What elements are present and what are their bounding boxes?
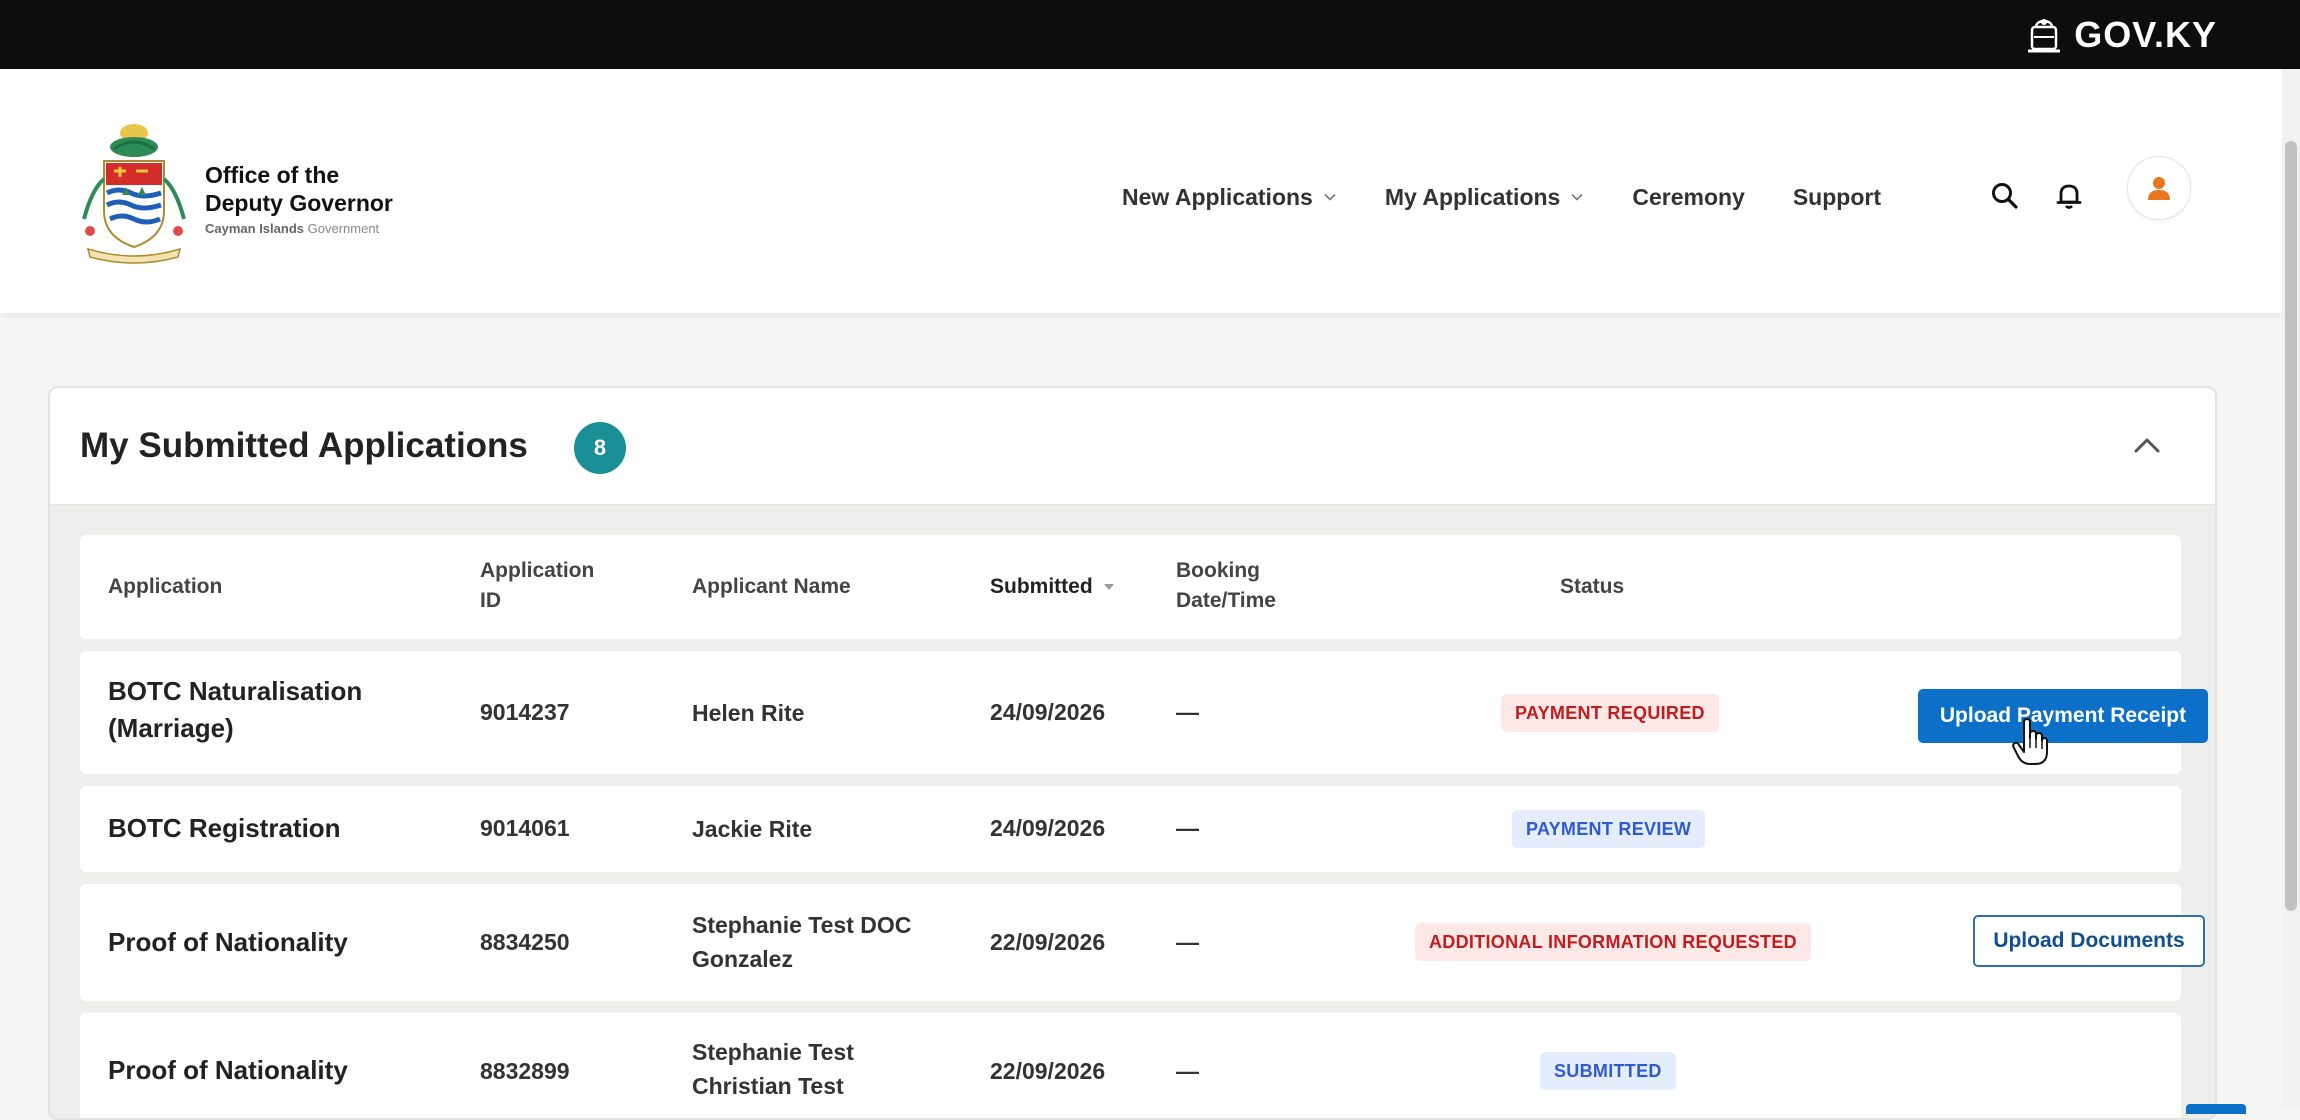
- applications-table: Application Application ID Applicant Nam…: [50, 505, 2215, 1118]
- application-id: 8834250: [480, 929, 570, 955]
- col-status: Status: [1560, 575, 1625, 598]
- nav-support[interactable]: Support: [1793, 184, 1881, 211]
- search-icon[interactable]: [1988, 179, 2022, 213]
- col-application-id-line2: ID: [480, 589, 501, 612]
- sort-descending-icon: [1103, 584, 1114, 590]
- upload-payment-receipt-button[interactable]: Upload Payment Receipt: [1918, 689, 2208, 743]
- table-row[interactable]: Proof of Nationality 8832899 Stephanie T…: [80, 1013, 2181, 1118]
- org-subtitle: Cayman Islands Government: [205, 221, 393, 236]
- gov-ky-link[interactable]: GOV.KY: [2022, 10, 2217, 60]
- site-header: Office of the Deputy Governor Cayman Isl…: [0, 69, 2282, 313]
- applicant-name-line1: Stephanie Test DOC: [692, 912, 912, 938]
- application-name-line1: BOTC Naturalisation: [108, 676, 363, 706]
- coat-of-arms-logo[interactable]: [74, 119, 194, 264]
- booking-datetime: —: [1176, 815, 1199, 841]
- status-badge: PAYMENT REQUIRED: [1501, 694, 1719, 732]
- nav-new-applications-label: New Applications: [1122, 183, 1313, 210]
- nav-ceremony[interactable]: Ceremony: [1632, 184, 1744, 211]
- table-header-row: Application Application ID Applicant Nam…: [80, 535, 2181, 639]
- booking-datetime: —: [1176, 699, 1199, 725]
- submitted-date: 24/09/2026: [990, 815, 1106, 841]
- application-id: 9014237: [480, 699, 570, 725]
- submitted-applications-panel: My Submitted Applications 8 Application …: [48, 386, 2217, 1120]
- col-application: Application: [108, 575, 223, 598]
- nav-ceremony-label: Ceremony: [1632, 183, 1745, 210]
- upload-documents-button[interactable]: Upload Documents: [1973, 915, 2205, 967]
- applicant-name: Helen Rite: [692, 700, 805, 726]
- main-nav: New Applications My Applications Ceremon…: [1122, 172, 1881, 222]
- col-booking-datetime: Booking Date/Time: [1176, 556, 1276, 616]
- org-name: Office of the Deputy Governor Cayman Isl…: [205, 161, 393, 236]
- booking-datetime: —: [1176, 929, 1199, 955]
- table-row[interactable]: Proof of Nationality 8834250 Stephanie T…: [80, 884, 2205, 1001]
- table-row[interactable]: BOTC Registration 9014061 Jackie Rite 24…: [80, 786, 2181, 872]
- application-id: 9014061: [480, 815, 570, 841]
- crest-icon: [2028, 19, 2061, 53]
- gov-ky-label: GOV.KY: [2074, 14, 2217, 55]
- submitted-date: 22/09/2026: [990, 929, 1106, 955]
- applicant-name: Stephanie Test DOC Gonzalez: [692, 908, 911, 976]
- col-submitted-label: Submitted: [990, 575, 1093, 598]
- col-application-id-line1: Application: [480, 559, 595, 582]
- submitted-date: 24/09/2026: [990, 699, 1106, 725]
- applicant-name: Stephanie Test Christian Test: [692, 1035, 854, 1103]
- nav-my-applications-label: My Applications: [1384, 183, 1561, 210]
- applicant-name-line2: Gonzalez: [692, 946, 793, 972]
- chevron-down-icon: [1571, 193, 1583, 201]
- org-subtitle-bold: Cayman Islands: [205, 221, 304, 236]
- user-menu-button[interactable]: [2127, 156, 2191, 220]
- application-name-line2: (Marriage): [108, 713, 234, 743]
- nav-support-label: Support: [1792, 183, 1881, 210]
- table-row[interactable]: BOTC Naturalisation (Marriage) 9014237 H…: [80, 651, 2208, 774]
- col-applicant-name: Applicant Name: [692, 575, 851, 598]
- scrollbar-thumb[interactable]: [2285, 141, 2297, 911]
- col-submitted[interactable]: Submitted: [990, 572, 1115, 602]
- user-icon: [2148, 177, 2170, 200]
- col-application-id: Application ID: [480, 556, 594, 616]
- chevron-up-icon[interactable]: [2129, 428, 2165, 464]
- nav-new-applications[interactable]: New Applications: [1122, 184, 1337, 211]
- status-badge: PAYMENT REVIEW: [1512, 810, 1706, 848]
- col-booking-line1: Booking: [1176, 559, 1260, 582]
- application-id: 8832899: [480, 1058, 570, 1084]
- submitted-date: 22/09/2026: [990, 1058, 1106, 1084]
- application-name: BOTC Naturalisation (Marriage): [108, 673, 362, 747]
- panel-header[interactable]: My Submitted Applications 8: [50, 388, 2215, 505]
- org-name-line1: Office of the: [205, 162, 340, 188]
- hand-cursor-icon: [2012, 718, 2048, 765]
- panel-title: My Submitted Applications: [80, 426, 528, 465]
- col-booking-line2: Date/Time: [1176, 589, 1276, 612]
- applicant-name-line1: Stephanie Test: [692, 1039, 854, 1065]
- applicant-name: Jackie Rite: [692, 816, 813, 842]
- nav-my-applications[interactable]: My Applications: [1385, 184, 1585, 211]
- bell-icon[interactable]: [2052, 179, 2086, 213]
- org-subtitle-rest: Government: [307, 221, 380, 236]
- top-bar: GOV.KY: [0, 0, 2300, 69]
- application-name: Proof of Nationality: [108, 927, 348, 957]
- applicant-name-line2: Christian Test: [692, 1073, 844, 1099]
- application-name: BOTC Registration: [108, 813, 341, 843]
- application-name: Proof of Nationality: [108, 1055, 348, 1085]
- chevron-down-icon: [1324, 193, 1336, 201]
- page-scrollbar[interactable]: [2282, 69, 2300, 1108]
- applications-count-badge: 8: [574, 422, 626, 474]
- status-badge: ADDITIONAL INFORMATION REQUESTED: [1415, 923, 1811, 961]
- booking-datetime: —: [1176, 1058, 1199, 1084]
- status-badge: SUBMITTED: [1540, 1052, 1676, 1090]
- floating-action-edge[interactable]: [2186, 1104, 2246, 1114]
- org-name-line2: Deputy Governor: [205, 190, 393, 216]
